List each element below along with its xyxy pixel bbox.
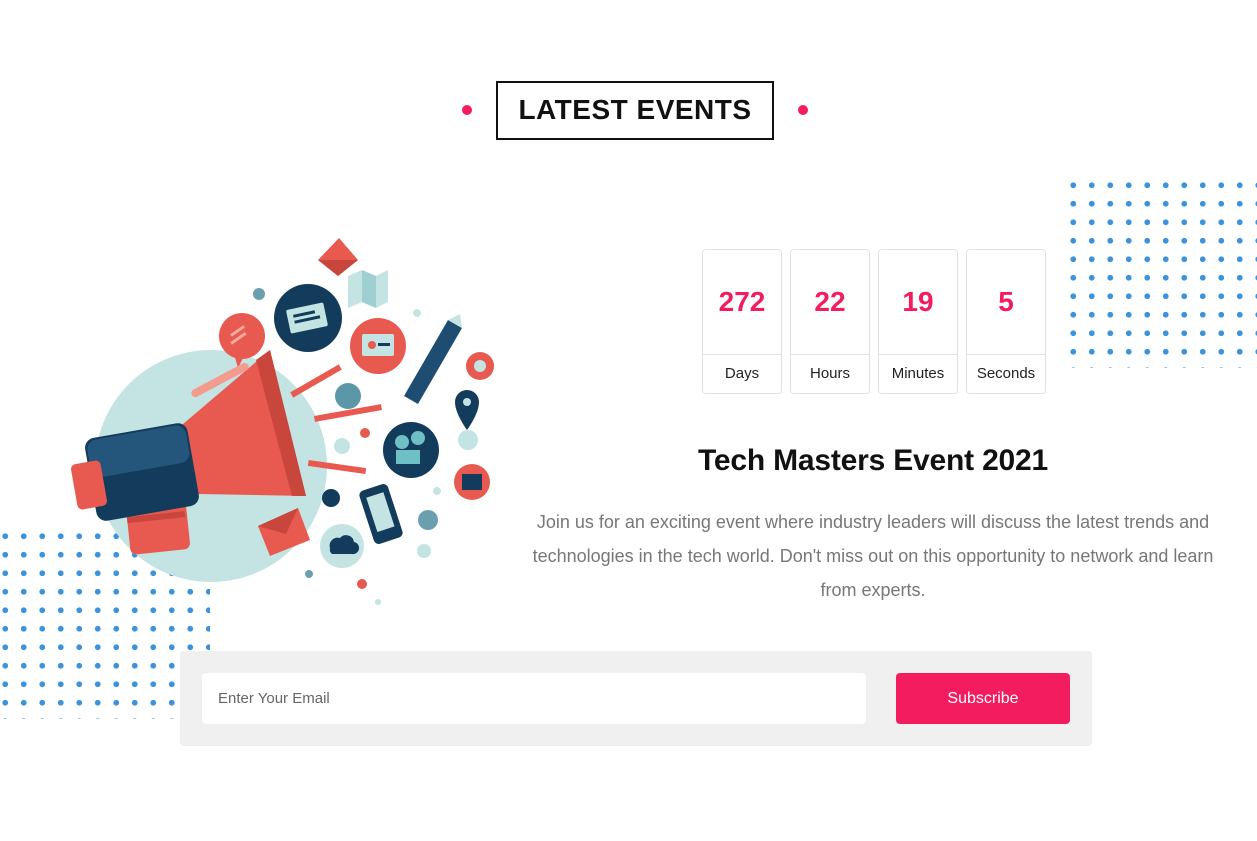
dot-pattern-right xyxy=(1064,176,1257,368)
title-dot-right xyxy=(797,105,808,115)
countdown-minutes: 19 Minutes xyxy=(878,249,958,394)
email-input[interactable] xyxy=(202,673,866,724)
countdown-timer: 272 Days 22 Hours 19 Minutes 5 Seconds xyxy=(702,249,1046,394)
event-description: Join us for an exciting event where indu… xyxy=(532,512,1214,600)
countdown-seconds: 5 Seconds xyxy=(966,249,1046,394)
section-header: LATEST EVENTS xyxy=(0,80,1257,140)
megaphone-icon xyxy=(71,238,494,605)
countdown-value: 5 xyxy=(998,285,1014,317)
countdown-hours: 22 Hours xyxy=(790,249,870,394)
subscribe-form: Subscribe xyxy=(180,651,1092,746)
title-dot-left xyxy=(462,105,473,115)
countdown-days: 272 Days xyxy=(702,249,782,394)
section-title: LATEST EVENTS xyxy=(518,94,752,125)
countdown-label: Minutes xyxy=(879,353,957,393)
section-title-box: LATEST EVENTS xyxy=(496,80,774,140)
countdown-label: Days xyxy=(703,353,781,393)
subscribe-button[interactable]: Subscribe xyxy=(896,673,1070,724)
countdown-value: 272 xyxy=(718,285,766,317)
event-title: Tech Masters Event 2021 xyxy=(697,444,1049,477)
countdown-value: 22 xyxy=(814,285,846,317)
countdown-label: Hours xyxy=(791,353,869,393)
megaphone-illustration xyxy=(66,226,506,616)
countdown-label: Seconds xyxy=(967,353,1045,393)
countdown-value: 19 xyxy=(902,285,934,317)
